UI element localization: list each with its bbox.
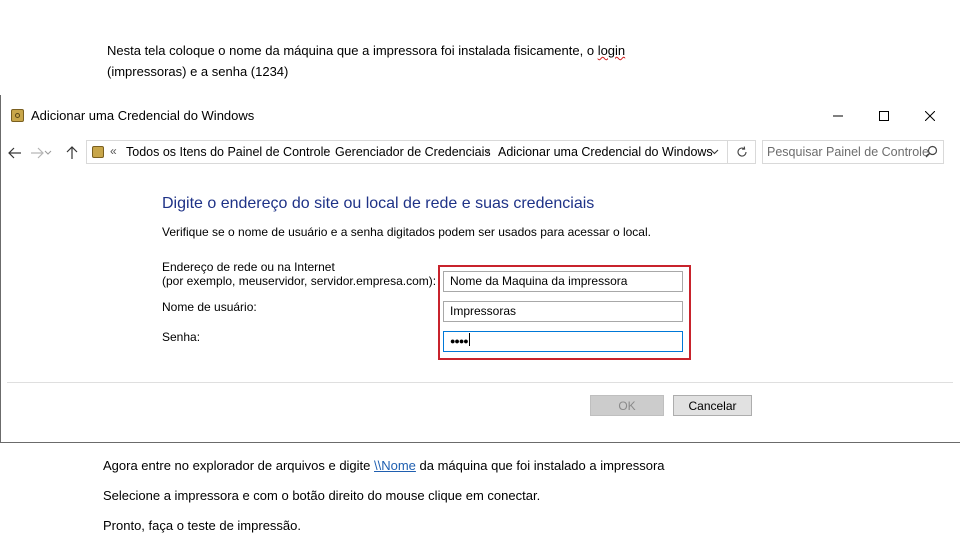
password-field[interactable]: ●●●●: [443, 331, 683, 352]
doc-step1: Agora entre no explorador de arquivos e …: [103, 458, 665, 473]
doc-intro-text: Nesta tela coloque o nome da máquina que…: [107, 43, 598, 58]
doc-step3: Pronto, faça o teste de impressão.: [103, 518, 301, 533]
breadcrumb-add-credential[interactable]: Adicionar uma Credencial do Windows: [498, 145, 713, 159]
breadcrumb-separator: ›: [323, 144, 327, 158]
window-title: Adicionar uma Credencial do Windows: [31, 108, 255, 123]
address-divider: [727, 141, 728, 163]
search-placeholder: Pesquisar Painel de Controle: [767, 145, 929, 159]
maximize-icon: [879, 111, 889, 121]
refresh-icon: [737, 146, 747, 157]
doc-step1-link[interactable]: \\Nome: [374, 458, 416, 473]
address-bar[interactable]: « Todos os Itens do Painel de Controle ›…: [86, 140, 756, 164]
footer-divider: [7, 382, 953, 383]
address-label-line2: (por exemplo, meuservidor, servidor.empr…: [162, 274, 437, 288]
username-label: Nome de usuário:: [162, 300, 257, 314]
title-bar: Adicionar uma Credencial do Windows: [1, 95, 959, 137]
close-button[interactable]: [907, 95, 953, 137]
address-label: Endereço de rede ou na Internet (por exe…: [162, 260, 436, 288]
breadcrumb-all-items[interactable]: Todos os Itens do Painel de Controle: [126, 145, 330, 159]
breadcrumb-overflow[interactable]: «: [110, 144, 117, 158]
up-button[interactable]: [62, 143, 82, 163]
back-button[interactable]: [5, 143, 25, 163]
address-label-line1: Endereço de rede ou na Internet: [162, 260, 335, 274]
search-icon: [925, 145, 938, 158]
network-address-field[interactable]: Nome da Maquina da impressora: [443, 271, 683, 292]
arrow-up-icon: [66, 146, 78, 159]
username-field[interactable]: Impressoras: [443, 301, 683, 322]
text-caret: [468, 333, 470, 346]
breadcrumb-separator: ›: [486, 144, 490, 158]
maximize-button[interactable]: [861, 95, 907, 137]
doc-intro-line2: (impressoras) e a senha (1234): [107, 64, 289, 79]
arrow-right-icon: [31, 147, 44, 159]
credential-window: Adicionar uma Credencial do Windows « To…: [0, 95, 960, 443]
cancel-button[interactable]: Cancelar: [673, 395, 752, 416]
close-icon: [925, 111, 935, 121]
address-dropdown-button[interactable]: [707, 144, 721, 160]
doc-intro-misspelled-word: login: [597, 43, 626, 58]
password-label: Senha:: [162, 330, 201, 344]
doc-step1-text-after: da máquina que foi instalado a impressor…: [415, 458, 665, 473]
minimize-button[interactable]: [815, 95, 861, 137]
control-panel-icon: [92, 146, 104, 158]
refresh-button[interactable]: [732, 143, 752, 161]
doc-intro-line1: Nesta tela coloque o nome da máquina que…: [107, 43, 625, 58]
ok-button[interactable]: OK: [590, 395, 664, 416]
arrow-left-icon: [8, 147, 21, 159]
search-box[interactable]: Pesquisar Painel de Controle: [762, 140, 944, 164]
doc-step1-text: Agora entre no explorador de arquivos e …: [103, 458, 375, 473]
chevron-down-icon: [44, 150, 52, 155]
page-heading: Digite o endereço do site ou local de re…: [162, 195, 595, 212]
doc-step2: Selecione a impressora e com o botão dir…: [103, 488, 541, 503]
recent-locations-button[interactable]: [43, 143, 53, 163]
breadcrumb-credential-manager[interactable]: Gerenciador de Credenciais: [335, 145, 491, 159]
chevron-down-icon: [710, 149, 718, 155]
password-dots: ●●●●: [450, 336, 469, 346]
navigation-bar: « Todos os Itens do Painel de Controle ›…: [1, 138, 959, 168]
minimize-icon: [833, 115, 843, 117]
page-instructions: Verifique se o nome de usuário e a senha…: [162, 225, 651, 239]
credential-manager-icon: [11, 109, 24, 122]
